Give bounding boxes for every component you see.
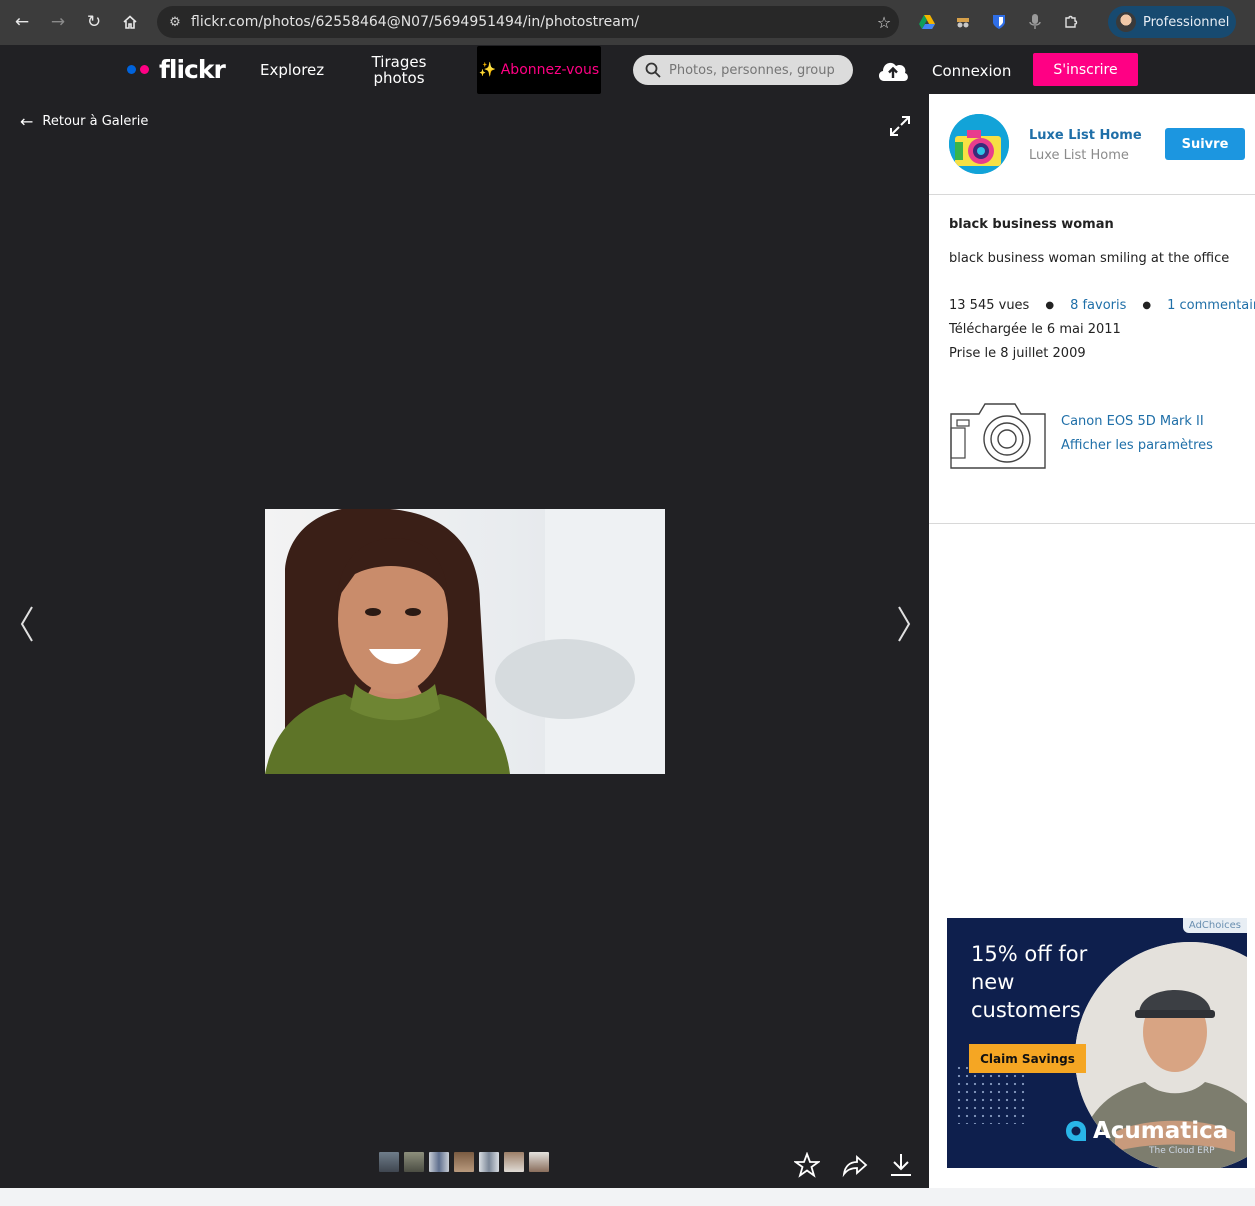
ad-brand-name: Acumatica [1093,1118,1229,1144]
camera-model-link[interactable]: Canon EOS 5D Mark II [1061,414,1204,429]
ad-tagline: The Cloud ERP [1149,1146,1215,1156]
url-text: flickr.com/photos/62558464@N07/569495149… [191,14,640,30]
photo-title: black business woman [949,217,1114,232]
claim-savings-button[interactable]: Claim Savings [969,1044,1086,1073]
uploaded-date: Téléchargée le 6 mai 2011 [949,322,1121,337]
profile-avatar [1116,12,1136,32]
logo-pink-dot [140,65,149,74]
thumbnail[interactable] [379,1152,399,1172]
owner-avatar[interactable] [949,114,1009,174]
download-icon[interactable] [888,1152,914,1178]
photostream-thumbnails [379,1152,549,1172]
bullet-separator: ● [1045,300,1055,311]
search-box[interactable] [633,55,853,85]
share-icon[interactable] [842,1152,868,1178]
forward-icon[interactable]: → [40,4,76,40]
owner-subtitle: Luxe List Home [1029,148,1129,163]
drive-extension-icon[interactable] [916,11,938,33]
follow-button[interactable]: Suivre [1165,128,1245,160]
flickr-logo[interactable]: flickr [127,55,226,84]
photo-viewer: ← Retour à Galerie [0,94,929,1188]
ad-brand: Acumatica [1065,1118,1228,1144]
favorite-star-icon[interactable] [794,1152,820,1178]
address-bar[interactable]: ⚙ flickr.com/photos/62558464@N07/5694951… [157,6,899,38]
bullet-separator: ● [1142,300,1152,311]
show-settings-link[interactable]: Afficher les paramètres [1061,438,1213,453]
browser-toolbar: ← → ↻ ⚙ flickr.com/photos/62558464@N07/5… [0,0,1255,45]
adchoices-label[interactable]: AdChoices [1182,918,1247,933]
advertisement-banner[interactable]: AdChoices 15% off for new customers Clai… [947,918,1247,1168]
main-photo[interactable] [265,509,665,774]
fullscreen-icon[interactable] [888,114,912,138]
divider [929,523,1255,524]
thumbnail[interactable] [529,1152,549,1172]
site-header: flickr Explorez Tirages photos ✨ Abonnez… [0,45,1255,94]
views-count: 13 545 vues [949,298,1030,313]
extensions-puzzle-icon[interactable] [1060,11,1082,33]
search-input[interactable] [669,62,834,78]
favorites-link[interactable]: 8 favoris [1070,298,1126,313]
photo-stats: 13 545 vues ● 8 favoris ● 1 commentaire [949,298,1255,313]
photo-description: black business woman smiling at the offi… [949,251,1230,266]
thumbnail[interactable] [429,1152,449,1172]
back-label: Retour à Galerie [42,114,149,129]
previous-photo-icon[interactable] [18,604,38,644]
signup-button[interactable]: S'inscrire [1033,53,1138,86]
acumatica-logo-icon [1066,1121,1086,1141]
profile-button[interactable]: Professionnel [1108,6,1236,38]
thumbnail[interactable] [404,1152,424,1172]
owner-name-link[interactable]: Luxe List Home [1029,128,1142,143]
nav-explore[interactable]: Explorez [260,62,324,78]
ad-headline: 15% off for new customers [971,942,1088,1022]
camera-icon [950,403,1046,469]
logo-blue-dot [127,65,136,74]
home-icon[interactable] [112,4,148,40]
upload-cloud-icon[interactable] [876,57,910,83]
profile-name: Professionnel [1143,14,1230,30]
back-to-gallery-link[interactable]: ← Retour à Galerie [20,112,148,131]
thumbnail[interactable] [454,1152,474,1172]
reload-icon[interactable]: ↻ [76,4,112,40]
logo-text: flickr [159,55,226,84]
bookmark-star-icon[interactable]: ☆ [869,13,899,32]
login-link[interactable]: Connexion [932,62,1011,80]
thumbnail[interactable] [504,1152,524,1172]
arrow-left-icon: ← [20,112,34,131]
back-icon[interactable]: ← [4,4,40,40]
search-icon [645,62,661,78]
nav-prints[interactable]: Tirages photos [365,54,433,86]
thumbnail[interactable] [479,1152,499,1172]
taken-date: Prise le 8 juillet 2009 [949,346,1086,361]
site-info-icon[interactable]: ⚙ [159,15,191,30]
subscribe-button[interactable]: ✨ Abonnez-vous [477,46,601,94]
incognito-extension-icon[interactable] [952,11,974,33]
divider [929,194,1255,195]
microphone-icon[interactable] [1024,11,1046,33]
ad-dot-pattern [955,1064,1025,1124]
bitwarden-extension-icon[interactable] [988,11,1010,33]
next-photo-icon[interactable] [893,604,913,644]
comments-link[interactable]: 1 commentaire [1167,298,1255,313]
